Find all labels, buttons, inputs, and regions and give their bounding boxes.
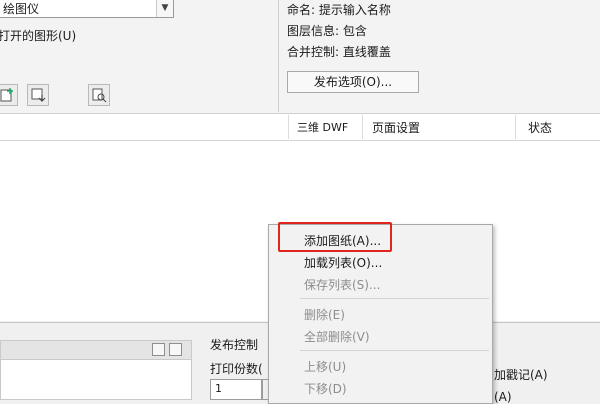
open-drawings-label: 打开的图形(U) [0,29,77,43]
menu-item-save-list[interactable]: 保存列表(S)... [304,276,380,293]
menu-item-remove-all[interactable]: 全部删除(V) [304,328,370,345]
column-separator[interactable] [288,115,289,139]
details-view-icon[interactable] [152,343,165,356]
naming-info: 命名: 提示输入名称 [287,3,391,17]
plotter-combo[interactable]: 绘图仪 ▼ [0,0,174,18]
chevron-down-icon[interactable]: ▼ [156,0,173,17]
stamp-label: 加戳记(A) [494,368,548,382]
menu-item-remove[interactable]: 删除(E) [304,306,345,323]
preview-tool-button[interactable] [88,84,110,106]
refresh-icon[interactable] [169,343,182,356]
highlight-box [278,222,392,252]
add-sheets-tool-button[interactable] [0,84,18,106]
preview-icon [92,88,107,103]
menu-separator [300,298,489,299]
layer-info: 图层信息: 包含 [287,24,367,38]
load-list-icon [31,88,46,102]
add-sheets-icon [0,88,13,102]
plotter-combo-value: 绘图仪 [3,2,40,16]
column-separator[interactable] [515,115,516,139]
menu-item-move-up[interactable]: 上移(U) [304,358,346,375]
copies-input[interactable]: 1 [210,379,262,400]
copies-label: 打印份数( [210,362,263,376]
column-status[interactable]: 状态 [528,119,552,136]
column-3d-dwf[interactable]: 三维 DWF [297,119,348,135]
publish-options-button[interactable]: 发布选项(O)... [287,71,419,93]
publish-control-label: 发布控制 [210,338,259,352]
column-separator[interactable] [362,115,363,139]
panel-divider [278,0,279,112]
menu-item-move-down[interactable]: 下移(D) [304,380,347,397]
stamp-settings-label: (A) [494,390,512,404]
menu-item-load-list[interactable]: 加载列表(O)... [304,254,382,271]
load-list-tool-button[interactable] [27,84,49,106]
column-page-setup[interactable]: 页面设置 [372,119,420,136]
merge-control-info: 合并控制: 直线覆盖 [287,45,391,59]
menu-separator [300,350,489,351]
copies-value: 1 [215,382,222,395]
